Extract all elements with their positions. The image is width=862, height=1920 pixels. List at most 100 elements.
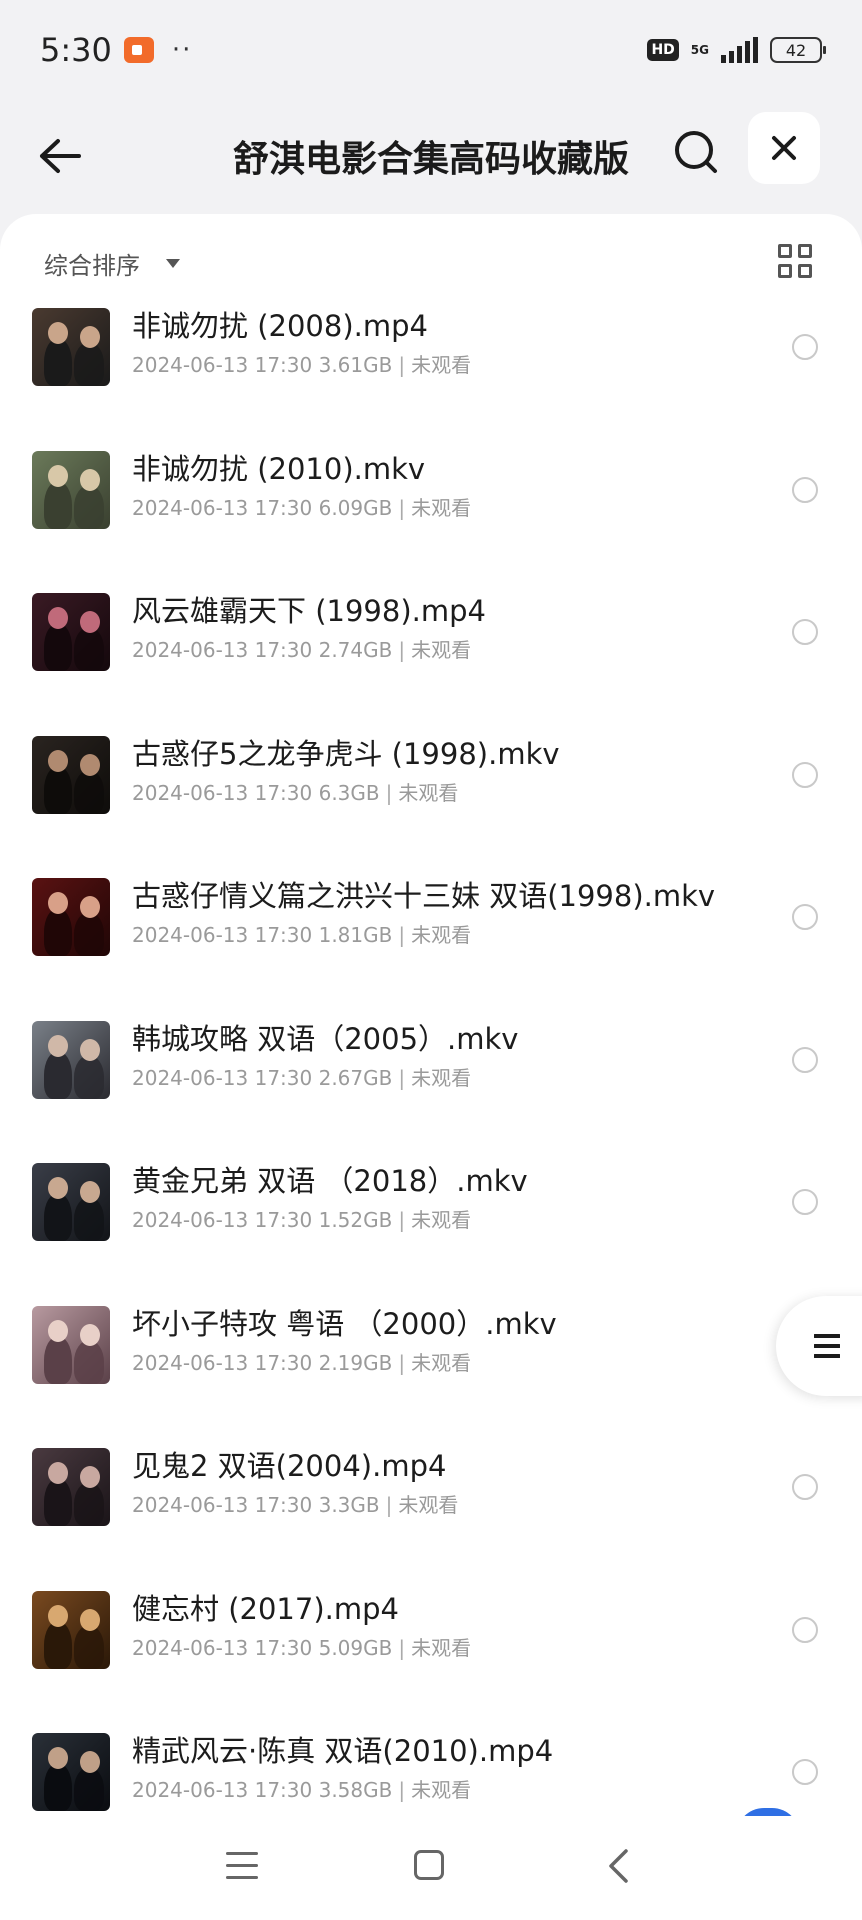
grid-view-icon <box>778 244 792 258</box>
file-size: 3.58GB <box>318 1778 393 1802</box>
status-time: 5:30 <box>40 31 112 69</box>
select-radio[interactable] <box>792 476 818 503</box>
signal-icon <box>721 37 758 63</box>
file-date: 2024-06-13 17:30 <box>132 1350 313 1375</box>
watch-status: 未观看 <box>398 780 459 805</box>
meta-separator: | <box>385 1493 393 1517</box>
watch-status: 未观看 <box>411 495 472 520</box>
sort-dropdown[interactable]: 综合排序 <box>44 246 180 281</box>
file-size: 2.19GB <box>318 1350 393 1375</box>
video-thumbnail <box>32 593 110 671</box>
network-type: 5G <box>690 43 709 57</box>
file-size: 2.67GB <box>318 1065 393 1090</box>
select-radio[interactable] <box>792 1616 818 1643</box>
file-meta: 2024-06-13 17:30 5.09GB | 未观看 <box>132 1635 471 1661</box>
file-date: 2024-06-13 17:30 <box>132 1065 313 1090</box>
video-thumbnail <box>32 1020 110 1099</box>
watch-status: 未观看 <box>411 1350 472 1375</box>
file-name: 见鬼2 双语(2004).mp4 <box>132 1449 447 1483</box>
recents-icon <box>226 1852 258 1855</box>
select-radio[interactable] <box>792 1474 818 1500</box>
file-row[interactable]: 健忘村 (2017).mp4 2024-06-13 17:30 5.09GB | 未观… <box>0 1583 862 1693</box>
home-button[interactable] <box>414 1850 444 1880</box>
file-row[interactable]: 古惑仔5之龙争虎斗 (1998).mkv 2024-06-13 17:30 6.3… <box>0 728 862 838</box>
status-indicators: HD 5G 42 <box>647 37 826 63</box>
search-icon <box>675 131 717 173</box>
file-row[interactable]: 见鬼2 双语(2004).mp4 2024-06-13 17:30 3.3GB | 未… <box>0 1440 862 1550</box>
system-back-button[interactable] <box>604 1848 634 1884</box>
back-icon <box>609 1849 628 1883</box>
file-row[interactable]: 非诚勿扰 (2008).mp4 2024-06-13 17:30 3.61GB | 未… <box>0 300 862 410</box>
file-row[interactable]: 黄金兄弟 双语 （2018）.mkv 2024-06-13 17:30 1.52G… <box>0 1155 862 1265</box>
file-row[interactable]: 坏小子特攻 粤语 （2000）.mkv 2024-06-13 17:30 2.19… <box>0 1298 862 1408</box>
file-name: 风云雄霸天下 (1998).mp4 <box>132 594 486 628</box>
file-date: 2024-06-13 17:30 <box>132 495 313 520</box>
page-title: 舒淇电影合集高码收藏版 <box>232 139 629 180</box>
meta-separator: | <box>398 1208 406 1232</box>
recents-button[interactable] <box>226 1852 260 1882</box>
file-row[interactable]: 古惑仔情义篇之洪兴十三妹 双语(1998).mkv 2024-06-13 17:3… <box>0 870 862 980</box>
file-row[interactable]: 韩城攻略 双语（2005）.mkv 2024-06-13 17:30 2.67GB… <box>0 1013 862 1123</box>
grid-cell <box>798 244 812 258</box>
grid-view-button[interactable] <box>778 244 814 280</box>
file-meta: 2024-06-13 17:30 1.52GB | 未观看 <box>132 1207 471 1233</box>
notification-dots: ·· <box>171 35 193 65</box>
search-button[interactable] <box>664 120 728 184</box>
video-thumbnail <box>32 735 110 814</box>
close-button[interactable] <box>748 112 820 184</box>
meta-separator: | <box>398 1065 406 1090</box>
meta-separator: | <box>385 780 393 805</box>
watch-status: 未观看 <box>411 1778 472 1802</box>
select-radio[interactable] <box>792 1759 818 1785</box>
header: 舒淇电影合集高码收藏版 <box>0 100 862 216</box>
file-name: 非诚勿扰 (2008).mp4 <box>132 309 428 343</box>
caret-down-icon <box>166 259 180 268</box>
watch-status: 未观看 <box>411 638 472 662</box>
meta-separator: | <box>398 1778 406 1802</box>
file-name: 健忘村 (2017).mp4 <box>132 1591 399 1626</box>
meta-separator: | <box>398 1350 406 1375</box>
watch-status: 未观看 <box>411 923 472 947</box>
recents-icon-line <box>226 1864 258 1867</box>
status-bar: 5:30 ·· HD 5G 42 <box>0 0 862 100</box>
video-thumbnail <box>32 1163 110 1241</box>
select-radio[interactable] <box>792 619 818 645</box>
select-radio[interactable] <box>792 1046 818 1073</box>
screen-record-icon <box>123 37 154 63</box>
file-list-panel: 综合排序 非诚勿扰 (2008).mp4 2024-06-13 17:30 3.6… <box>0 214 862 1834</box>
meta-separator: | <box>398 495 406 520</box>
watch-status: 未观看 <box>411 1208 472 1232</box>
select-radio[interactable] <box>792 1189 818 1215</box>
file-size: 6.09GB <box>318 495 393 520</box>
sort-label: 综合排序 <box>44 252 140 280</box>
file-date: 2024-06-13 17:30 <box>132 638 313 662</box>
menu-icon <box>814 1334 840 1358</box>
select-radio[interactable] <box>792 761 818 788</box>
recents-icon-line <box>226 1876 258 1879</box>
video-thumbnail <box>32 1733 110 1811</box>
file-meta: 2024-06-13 17:30 3.3GB | 未观看 <box>132 1492 458 1518</box>
video-thumbnail <box>32 878 110 956</box>
meta-separator: | <box>398 638 406 662</box>
meta-separator: | <box>398 353 406 377</box>
system-nav-bar <box>0 1816 862 1920</box>
video-thumbnail <box>32 1305 110 1384</box>
file-date: 2024-06-13 17:30 <box>132 1208 313 1232</box>
file-size: 5.09GB <box>318 1635 393 1660</box>
file-row[interactable]: 风云雄霸天下 (1998).mp4 2024-06-13 17:30 2.74GB… <box>0 585 862 695</box>
file-meta: 2024-06-13 17:30 2.67GB | 未观看 <box>132 1065 471 1091</box>
select-radio[interactable] <box>792 334 818 360</box>
file-name: 非诚勿扰 (2010).mkv <box>132 451 426 486</box>
select-radio[interactable] <box>792 904 818 930</box>
file-name: 坏小子特攻 粤语 （2000）.mkv <box>132 1306 557 1341</box>
file-meta: 2024-06-13 17:30 3.58GB | 未观看 <box>132 1777 471 1803</box>
file-date: 2024-06-13 17:30 <box>132 780 313 805</box>
file-name: 古惑仔5之龙争虎斗 (1998).mkv <box>132 736 560 771</box>
file-name: 黄金兄弟 双语 （2018）.mkv <box>132 1164 528 1198</box>
battery-level: 42 <box>785 40 807 60</box>
file-size: 3.3GB <box>318 1493 380 1517</box>
file-row[interactable]: 非诚勿扰 (2010).mkv 2024-06-13 17:30 6.09GB | 未… <box>0 443 862 553</box>
close-icon <box>772 136 796 160</box>
grid-cell <box>778 264 792 278</box>
file-meta: 2024-06-13 17:30 6.3GB | 未观看 <box>132 780 458 806</box>
